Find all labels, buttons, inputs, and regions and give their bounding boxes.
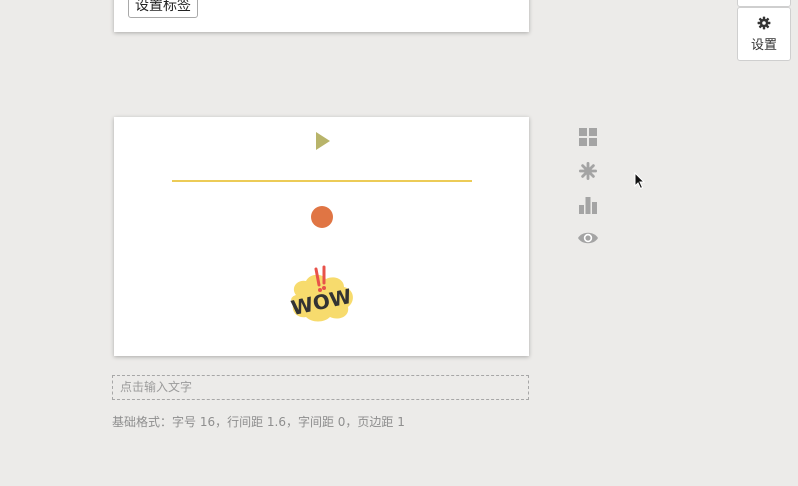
circle-dot-shape[interactable] xyxy=(311,206,333,228)
canvas-card[interactable]: WOW xyxy=(114,117,529,356)
top-card: 设置标签 xyxy=(114,0,529,32)
chart-tool[interactable] xyxy=(576,195,600,217)
horizontal-line-shape[interactable] xyxy=(172,180,472,182)
sticker-tool[interactable] xyxy=(576,161,600,183)
play-triangle-icon[interactable] xyxy=(315,132,331,150)
eye-icon xyxy=(576,229,600,247)
set-tag-button[interactable]: 设置标签 xyxy=(128,0,198,18)
sparkle-icon xyxy=(576,161,600,181)
gear-icon xyxy=(738,16,790,30)
text-input-field[interactable]: 点击输入文字 xyxy=(112,375,529,400)
settings-label: 设置 xyxy=(750,38,777,53)
layout-tool[interactable] xyxy=(576,127,600,149)
grid-icon xyxy=(576,127,600,147)
bar-chart-icon xyxy=(576,195,600,215)
format-info-text: 基础格式：字号 16，行间距 1.6，字间距 0，页边距 1 xyxy=(112,415,405,429)
mouse-cursor-icon xyxy=(634,171,646,190)
wow-sticker[interactable]: WOW xyxy=(286,265,358,325)
settings-stub-button[interactable] xyxy=(737,0,791,7)
settings-button[interactable]: 设置 xyxy=(737,7,791,61)
preview-tool[interactable] xyxy=(576,229,600,251)
